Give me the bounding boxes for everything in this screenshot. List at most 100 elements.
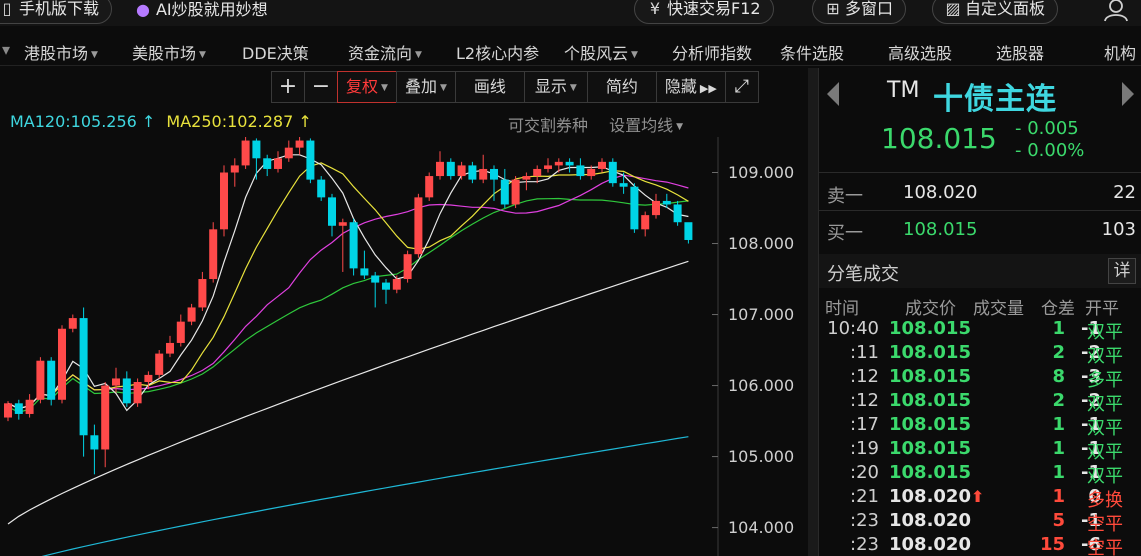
ask-price: 108.020: [903, 182, 978, 203]
nav-us-market[interactable]: 美股市场 ▼: [132, 40, 206, 64]
candle-body: [4, 403, 12, 418]
candle-body: [554, 161, 563, 166]
hide-button[interactable]: 隐藏 ▶▶: [655, 71, 726, 103]
candle-body: [511, 179, 520, 205]
fuquan-dropdown[interactable]: 复权 ▼: [337, 71, 397, 103]
display-dropdown[interactable]: 显示 ▼: [523, 71, 588, 103]
candle-body: [274, 158, 282, 169]
nav-hk-market[interactable]: 港股市场 ▼: [24, 40, 98, 64]
tick-price: 108.020⬆: [889, 486, 985, 507]
tick-time: :20: [850, 462, 879, 483]
ma120-label: MA120:105.256: [10, 112, 137, 131]
tick-time: :23: [850, 510, 879, 531]
change-percent: - 0.00%: [1015, 140, 1085, 161]
mobile-download-button[interactable]: ▯ 手机版下载: [0, 0, 113, 24]
tick-price: 108.015: [889, 390, 971, 411]
nav-advanced-select[interactable]: 高级选股: [888, 40, 952, 64]
candle-body: [36, 360, 45, 400]
nav-fund-flow[interactable]: 资金流向 ▼: [348, 40, 422, 64]
candle-body: [58, 328, 66, 400]
candle-body: [349, 222, 358, 269]
ticks-header: 分笔成交 详: [819, 254, 1141, 288]
candle-body: [392, 279, 401, 290]
tick-type: 双平: [1087, 442, 1123, 463]
ticks-detail-button[interactable]: 详: [1108, 258, 1136, 284]
divider: [819, 172, 1141, 173]
candle-body: [544, 165, 552, 169]
candle-body: [79, 318, 88, 436]
multi-window-button[interactable]: ⊞ 多窗口: [812, 0, 907, 24]
tick-time: :23: [850, 534, 879, 555]
tick-row: :21 108.020⬆ 1 0 多换: [819, 486, 1141, 511]
nav-stock-picker[interactable]: 选股器: [996, 40, 1044, 64]
tick-row: :17 108.015 1 -1 双平: [819, 414, 1141, 439]
candle-body: [68, 318, 77, 329]
candle-body: [652, 200, 660, 216]
draw-line-button[interactable]: 画线: [454, 71, 525, 103]
candle-body: [436, 161, 444, 177]
nav-analyst-index[interactable]: 分析师指数: [672, 40, 752, 64]
set-ma-dropdown[interactable]: 设置均线 ▼: [609, 116, 683, 135]
tick-volume: 1: [1052, 462, 1065, 483]
col-price: 成交价: [905, 299, 956, 319]
candle-body: [252, 140, 261, 159]
change-value: - 0.005: [1015, 118, 1079, 139]
next-instrument-icon[interactable]: [1122, 82, 1134, 106]
bid-row: 买一 108.015 103: [819, 215, 1141, 245]
tick-row: :23 108.020 5 -1 空平: [819, 510, 1141, 535]
nav-dde[interactable]: DDE决策: [242, 40, 309, 64]
tick-type: 双平: [1087, 346, 1123, 367]
candlestick-chart[interactable]: 109.590: [0, 137, 808, 556]
custom-panel-button[interactable]: ▨ 自定义面板: [932, 0, 1059, 24]
candle-body: [338, 222, 347, 226]
nav-l2[interactable]: L2核心内参: [456, 40, 539, 64]
last-price: 108.015: [881, 122, 997, 155]
candle-body: [500, 179, 509, 205]
candle-body: [619, 183, 628, 187]
candle-body: [414, 197, 423, 255]
candle-body: [371, 275, 380, 283]
candle-body: [230, 165, 239, 173]
y-tick-label: 104.000: [728, 517, 795, 537]
tick-volume: 1: [1052, 318, 1065, 339]
overlay-dropdown[interactable]: 叠加 ▼: [395, 71, 456, 103]
top-bar: ▯ 手机版下载 ● AI炒股就用妙想 ¥ 快速交易F12 ⊞ 多窗口 ▨ 自定义面板: [0, 0, 1141, 26]
candle-body: [425, 176, 434, 198]
col-oi: 仓差: [1041, 299, 1075, 319]
zoom-in-button[interactable]: +: [271, 71, 305, 103]
quick-trade-button[interactable]: ¥ 快速交易F12: [634, 0, 774, 24]
tick-row: :23 108.020 15 -6 空平: [819, 534, 1141, 556]
user-icon[interactable]: [1103, 0, 1129, 22]
nav-condition-select[interactable]: 条件选股: [780, 40, 844, 64]
y-tick-label: 108.000: [728, 233, 795, 253]
y-tick-label: 106.000: [728, 375, 795, 395]
ask-label: 卖一: [827, 186, 863, 207]
ai-promo-link[interactable]: ● AI炒股就用妙想: [136, 0, 268, 23]
prev-instrument-icon[interactable]: [827, 82, 839, 106]
y-tick-label: 109.000: [728, 162, 795, 182]
chart-annotation: 109.590: [324, 137, 390, 138]
candle-body: [112, 378, 120, 386]
fullscreen-icon[interactable]: ⤢: [724, 71, 759, 103]
tick-type: 多平: [1087, 370, 1123, 391]
candle-body: [522, 176, 531, 180]
candle-body: [317, 179, 326, 198]
ticks-columns: 时间 成交价 成交量 仓差 开平: [819, 294, 1141, 319]
ma5-line: [7, 154, 689, 412]
simple-mode-button[interactable]: 简约: [586, 71, 657, 103]
candle-body: [403, 254, 412, 280]
ask-qty: 22: [1113, 182, 1136, 203]
nav-institution[interactable]: 机构: [1104, 40, 1136, 64]
candle-body: [598, 161, 606, 169]
tick-price: 108.015: [889, 366, 971, 387]
nav-stock-risk[interactable]: 个股风云 ▼: [564, 40, 638, 64]
tick-price: 108.015: [889, 438, 971, 459]
candle-body: [14, 403, 23, 414]
tick-type: 双平: [1087, 394, 1123, 415]
candle-body: [533, 168, 542, 177]
tick-volume: 15: [1039, 534, 1065, 555]
deliverable-bonds-link[interactable]: 可交割券种: [508, 116, 588, 135]
chart-scrollbar[interactable]: [808, 68, 818, 556]
zoom-out-button[interactable]: −: [304, 71, 338, 103]
tick-time: :19: [850, 438, 879, 459]
